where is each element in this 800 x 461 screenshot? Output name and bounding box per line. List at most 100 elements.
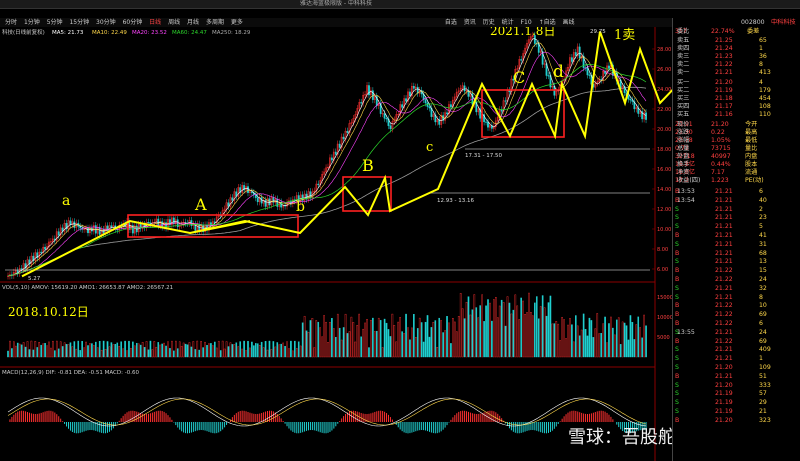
tick-row-cell: B (675, 267, 680, 275)
volume-bar (500, 299, 503, 358)
volume-bar (537, 318, 540, 358)
candle-body (508, 90, 511, 92)
toolbar-right-item[interactable]: ↑自选 (539, 19, 556, 26)
volume-bar (116, 342, 119, 358)
period-tab[interactable]: 多周期 (206, 19, 224, 26)
label-d: d (553, 62, 564, 82)
tick-row-cell: 21.21 (715, 355, 733, 363)
candle-body (627, 95, 630, 100)
candle-body (20, 268, 23, 270)
volume-bar (77, 340, 80, 358)
ask-row-cell: 21.22 (715, 61, 733, 68)
volume-bar (619, 344, 622, 358)
volume-bar (309, 320, 312, 358)
order-ratio-row: 委比 22.74% 委差 317 (675, 28, 799, 36)
tick-row-cell: 23 (759, 214, 767, 222)
toolbar-right-item[interactable]: 统计 (502, 19, 514, 26)
volume-bar (210, 343, 212, 358)
candle-body (588, 74, 591, 76)
chart-area[interactable]: 科技(日线前复权) MA5: 21.73 MA10: 22.49 MA20: 2… (0, 27, 672, 461)
period-tab-active[interactable]: 日线 (149, 19, 161, 26)
stat-row-cell: 0.44% (711, 161, 731, 168)
tick-row-cell: 51 (759, 372, 767, 380)
period-tab[interactable]: 周线 (168, 19, 180, 26)
price-high-label: 29.75 (590, 29, 606, 35)
toolbar-right-item[interactable]: 画线 (563, 19, 575, 26)
period-tab[interactable]: 15分钟 (69, 19, 89, 26)
toolbar-right-item[interactable]: 自选 (445, 19, 457, 26)
candle-body (371, 90, 374, 100)
tick-row-cell: 21.21 (715, 372, 733, 380)
volume-bar (467, 296, 470, 358)
candle-body (331, 157, 333, 161)
tick-row-cell: S (675, 364, 679, 371)
volume-bar (420, 322, 423, 358)
bid-row: 买三 21.18 454 (675, 95, 799, 103)
volume-bar (512, 309, 515, 358)
volume-bar (243, 340, 245, 358)
tick-row: 21.21 68 B (675, 250, 799, 258)
order-ratio-row-cell: 委差 (747, 28, 760, 35)
toolbar-right-item[interactable]: 资讯 (464, 19, 476, 26)
stat-row: 涨跌 0.22 最高 21.30 (675, 129, 799, 137)
candle-body (210, 222, 212, 226)
toolbar-right-item[interactable]: F10 (521, 19, 532, 26)
volume-bar (586, 335, 589, 358)
period-tab[interactable]: 60分钟 (123, 19, 143, 26)
volume-bar (260, 341, 263, 358)
price-range-label: 17.31 - 17.50 (465, 153, 502, 159)
volume-bar (549, 295, 552, 358)
tick-row-cell: 21.21 (715, 223, 733, 231)
volume-bar (331, 318, 333, 358)
volume-bar (79, 350, 81, 358)
period-tab[interactable]: 月线 (187, 19, 199, 26)
volume-bar (413, 313, 415, 358)
candle-body (608, 65, 610, 69)
tick-row: 13:53 21.21 6 B (675, 188, 799, 196)
bid-row-cell: 买四 (677, 103, 690, 110)
candle-body (346, 130, 349, 133)
tick-row-cell: 21.21 (715, 188, 733, 195)
volume-bar (268, 340, 271, 358)
date-end-label: 2021.1.8日 (490, 27, 555, 38)
tick-row-cell: 21.21 (715, 293, 733, 301)
quote-panel: 002800 中科科技 委比 22.74% 委差 317 卖五 21.25 65 卖四 21.24 1… (672, 18, 800, 461)
tick-row-cell: B (675, 320, 680, 327)
tick-row: 21.20 109 S (675, 364, 799, 372)
volume-bar (450, 343, 452, 358)
volume-bar (508, 302, 511, 358)
tick-row-cell: 21.21 (715, 346, 733, 354)
price-range-label: 12.93 - 13.16 (437, 198, 474, 204)
volume-bar (633, 339, 636, 358)
tick-row-cell: B (675, 232, 680, 239)
ask-row: 卖三 21.23 36 (675, 53, 799, 61)
period-tab[interactable]: 分时 (5, 19, 17, 26)
period-tab[interactable]: 1分钟 (24, 19, 40, 26)
period-tab[interactable]: 5分钟 (47, 19, 63, 26)
ask-row-cell: 8 (759, 61, 763, 68)
candle-body (110, 225, 113, 228)
volume-bar (416, 328, 419, 358)
period-tab[interactable]: 更多 (231, 19, 243, 26)
volume-bar (360, 336, 362, 358)
volume-bar (582, 313, 585, 358)
y-tick-label: 8.00 (657, 247, 668, 253)
tick-row-cell: 21.19 (715, 390, 733, 398)
tick-row-cell: 13 (759, 258, 767, 266)
volume-bar (483, 321, 485, 358)
volume-bar (475, 307, 478, 358)
bid-row-cell: 买三 (677, 95, 690, 102)
candle-body (360, 102, 363, 104)
tick-row-cell: 57 (759, 390, 767, 398)
ask-row-cell: 卖一 (677, 69, 690, 76)
window-title: 雅达海蓝极限版 - 中科科技 (300, 0, 372, 7)
tick-row: 21.22 15 B (675, 267, 799, 275)
candle-body (268, 198, 271, 206)
volume-bar (276, 342, 279, 358)
toolbar-right-item[interactable]: 历史 (483, 19, 495, 26)
volume-bar (504, 325, 507, 358)
volume-bar (487, 299, 489, 358)
period-tab[interactable]: 30分钟 (96, 19, 116, 26)
volume-bar (247, 340, 249, 358)
volume-bar (106, 341, 109, 358)
